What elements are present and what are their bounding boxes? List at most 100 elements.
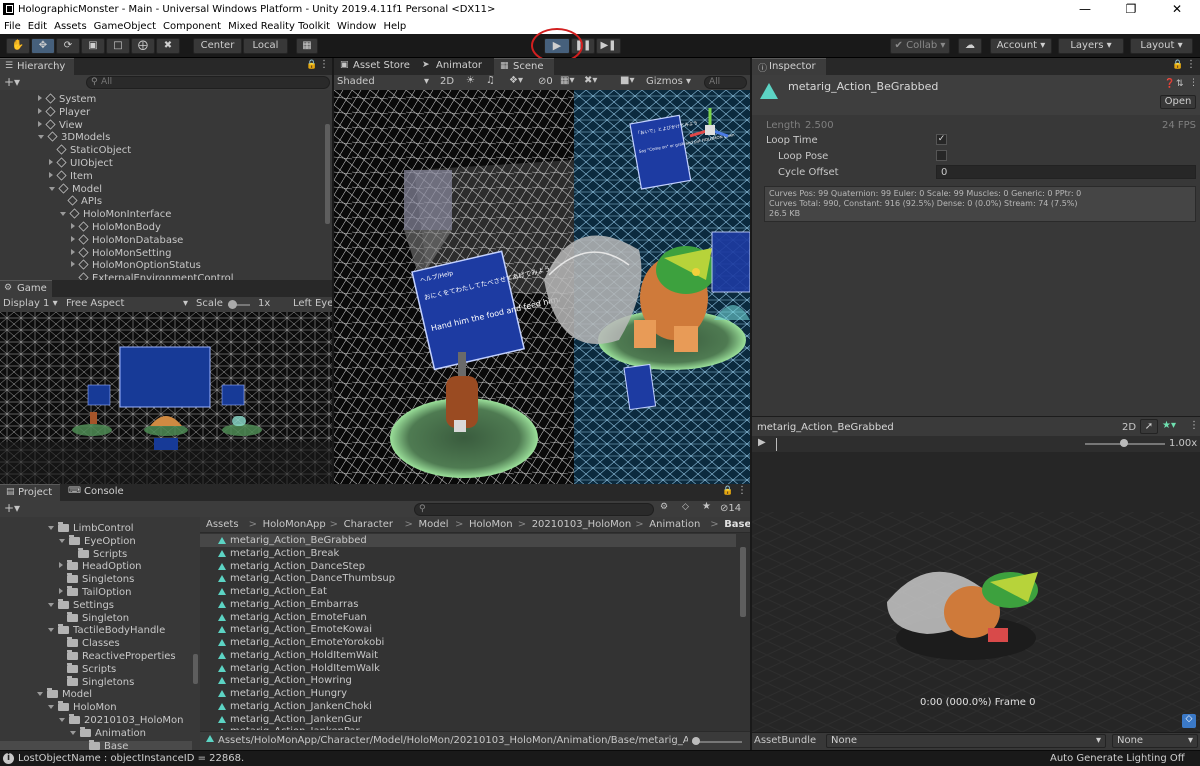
more-menu-icon[interactable]: ⋮ [319, 59, 329, 70]
breadcrumb-item[interactable]: Character [344, 519, 393, 530]
folder-tree-item[interactable]: Singletons [0, 573, 192, 587]
expand-down-icon[interactable] [60, 212, 66, 217]
folder-tree-item[interactable]: ReactiveProperties [0, 650, 192, 664]
expand-down-icon[interactable] [70, 730, 76, 735]
folder-tree-item[interactable]: Classes [0, 637, 192, 651]
scene-tab[interactable]: ▦ Scene [494, 58, 554, 75]
menu-assets[interactable]: Assets [50, 19, 90, 34]
expand-down-icon[interactable] [49, 186, 55, 191]
hierarchy-item[interactable]: HoloMonOptionStatus [71, 259, 201, 271]
lighting-icon[interactable]: ☀ [466, 75, 475, 86]
settings-menu-icon[interactable]: ⋮ [1189, 78, 1198, 88]
gizmos-dropdown[interactable]: Gizmos ▾ [646, 76, 691, 87]
expand-right-icon[interactable] [71, 248, 75, 255]
expand-right-icon[interactable] [71, 223, 75, 229]
expand-down-icon[interactable] [48, 526, 54, 530]
folder-tree-item[interactable]: Base [0, 739, 192, 750]
preview-play-icon[interactable]: ▶ [758, 437, 766, 448]
hierarchy-tab[interactable]: ☰ Hierarchy [0, 58, 74, 75]
breadcrumb-item[interactable]: 20210103_HoloMon [532, 519, 632, 530]
expand-right-icon[interactable] [71, 261, 75, 268]
hierarchy-item[interactable]: HoloMonDatabase [71, 234, 183, 246]
transform-tool-icon[interactable]: ⨁ [131, 38, 155, 54]
preview-pivot-icon[interactable]: ➚ [1140, 419, 1158, 434]
presets-icon[interactable]: ⇅ [1176, 79, 1184, 89]
expand-right-icon[interactable] [71, 235, 75, 242]
display-dropdown[interactable]: Display 1 ▾ [3, 298, 58, 309]
asset-store-tab[interactable]: ▣ Asset Store [334, 58, 414, 75]
file-list-item[interactable]: metarig_Action_EmoteYorokobi [200, 636, 736, 649]
expand-down-icon[interactable] [59, 538, 65, 543]
expand-right-icon[interactable] [59, 588, 63, 594]
assetbundle-name-dropdown[interactable]: None ▾ [826, 734, 1106, 748]
breadcrumb-item[interactable]: HoloMon [469, 519, 513, 530]
file-list-item[interactable]: metarig_Action_EmoteFuan [200, 611, 736, 624]
audio-icon[interactable]: ♫ [486, 75, 495, 86]
open-button[interactable]: Open [1160, 95, 1196, 109]
project-menu-icon[interactable]: ⋮ [737, 485, 747, 496]
folder-tree-item[interactable]: Scripts [0, 662, 192, 677]
menu-component[interactable]: Component [159, 19, 224, 34]
maximize-button[interactable]: ❐ [1108, 0, 1154, 19]
folder-tree-scrollbar[interactable] [193, 654, 198, 684]
cycle-offset-input[interactable]: 0 [936, 165, 1196, 179]
expand-right-icon[interactable] [59, 562, 63, 569]
filter-label-icon[interactable]: ◇ [682, 502, 689, 512]
game-tab[interactable]: ⚙ Game [0, 280, 52, 297]
help-icon[interactable]: ❓ [1164, 79, 1175, 89]
breadcrumb-item[interactable]: Animation [649, 519, 700, 530]
assetbundle-variant-dropdown[interactable]: None ▾ [1112, 734, 1198, 748]
project-create-icon[interactable]: +▾ [4, 501, 20, 515]
pivot-center-button[interactable]: Center [193, 38, 242, 54]
shading-dropdown[interactable]: Shaded ▾ [337, 76, 429, 87]
scene-viewport[interactable]: ヘルプ/Help おにくをてわたしてたべさせてあげてみよう Hand him t… [334, 90, 750, 484]
animator-tab[interactable]: ➤ Animator [416, 58, 494, 75]
file-list-item[interactable]: metarig_Action_Eat [200, 585, 736, 598]
rect-tool-icon[interactable]: □ [106, 38, 130, 54]
lock-icon[interactable]: 🔒 [306, 60, 317, 70]
file-list-scrollbar[interactable] [740, 547, 746, 617]
file-list-item[interactable]: metarig_Action_HoldItemWalk [200, 662, 736, 675]
timeline-cursor[interactable] [776, 438, 777, 451]
tools-icon[interactable]: ✖▾ [584, 75, 597, 86]
breadcrumb-item[interactable]: HoloMonApp [263, 519, 326, 530]
eye-dropdown[interactable]: Left Eye [293, 298, 332, 309]
scale-slider-thumb[interactable] [228, 300, 237, 309]
file-list-item[interactable]: metarig_Action_Hungry [200, 687, 736, 700]
folder-tree-item[interactable]: Model [0, 688, 192, 702]
hierarchy-item[interactable]: View [38, 119, 83, 131]
breadcrumb-item[interactable]: Base [724, 519, 750, 530]
game-viewport[interactable] [0, 312, 332, 484]
expand-down-icon[interactable] [48, 705, 54, 710]
loop-pose-checkbox[interactable] [936, 150, 947, 161]
folder-tree-item[interactable]: Scripts [0, 547, 192, 562]
hidden-layers-toggle[interactable]: ⊘0 [538, 76, 553, 87]
folder-tree-item[interactable]: Singleton [0, 611, 192, 626]
file-list-item[interactable]: metarig_Action_EmoteKowai [200, 623, 736, 636]
folder-tree-item[interactable]: TactileBodyHandle [0, 624, 192, 638]
project-lock-icon[interactable]: 🔒 [722, 486, 733, 496]
hierarchy-item[interactable]: UIObject [49, 157, 113, 169]
collab-button[interactable]: ✔ Collab ▾ [890, 38, 950, 54]
hierarchy-item[interactable]: HoloMonInterface [60, 208, 171, 220]
expand-right-icon[interactable] [38, 95, 42, 101]
hand-tool-icon[interactable]: ✋ [6, 38, 30, 54]
menu-gameobject[interactable]: GameObject [90, 19, 159, 34]
cloud-icon[interactable]: ☁ [958, 38, 982, 54]
menu-file[interactable]: File [0, 19, 24, 34]
file-list-item[interactable]: metarig_Action_JankenPar [200, 725, 736, 730]
move-tool-icon[interactable]: ✥ [31, 38, 55, 54]
file-list-item[interactable]: metarig_Action_DanceThumbsup [200, 572, 736, 585]
breadcrumb-item[interactable]: Model [419, 519, 449, 530]
menu-mrtk[interactable]: Mixed Reality Toolkit [224, 19, 333, 34]
icon-size-thumb[interactable] [692, 737, 700, 745]
layers-dropdown[interactable]: Layers ▾ [1058, 38, 1124, 54]
loop-time-checkbox[interactable]: ✓ [936, 134, 947, 145]
status-message[interactable]: LostObjectName : objectInstanceID = 2286… [18, 753, 244, 764]
preview-viewport[interactable]: 0:00 (000.0%) Frame 0 [752, 452, 1200, 732]
file-list-item[interactable]: metarig_Action_BeGrabbed [200, 534, 736, 547]
mode-2d-toggle[interactable]: 2D [440, 76, 454, 87]
file-list-item[interactable]: metarig_Action_Embarras [200, 598, 736, 611]
label-tag-icon[interactable]: ◇ [1182, 714, 1196, 728]
file-list-item[interactable]: metarig_Action_Break [200, 547, 736, 560]
